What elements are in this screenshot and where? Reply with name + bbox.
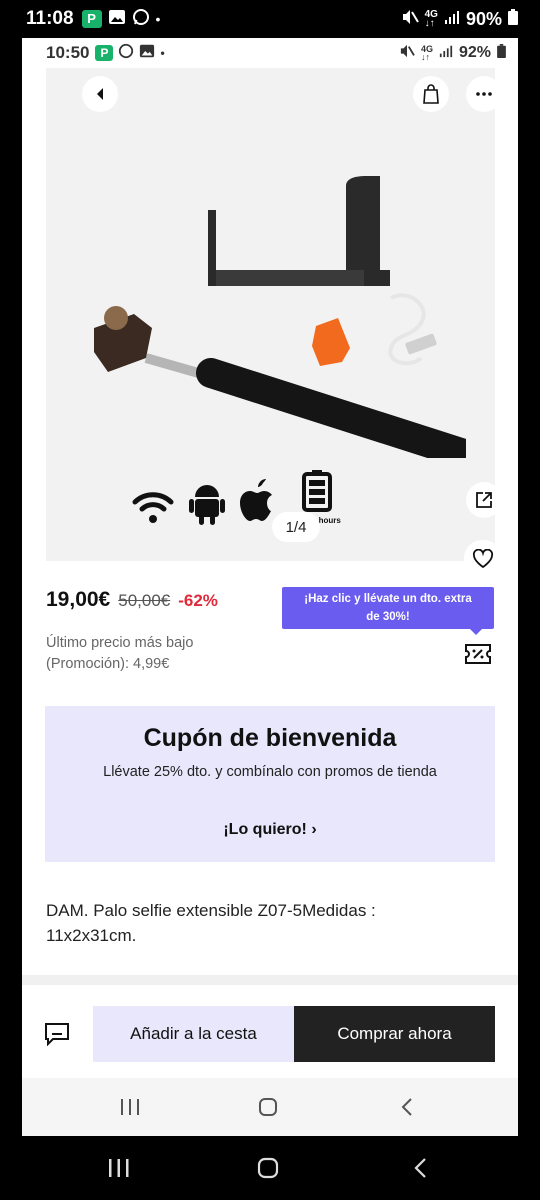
tooltip-line-2: de 30%!	[366, 611, 410, 623]
price-row: 19,00€ 50,00€ -62%	[46, 588, 218, 612]
lowest-price-line-1: Último precio más bajo	[46, 635, 194, 651]
gallery-notification-icon	[108, 8, 126, 31]
battery-full-icon	[301, 470, 332, 512]
back-button[interactable]	[82, 76, 118, 112]
network-4g-icon: 4G ↓↑	[420, 44, 433, 62]
back-nav-icon[interactable]	[412, 1157, 428, 1179]
app-notification-icon: P	[81, 10, 102, 28]
outer-battery-text: 90%	[465, 8, 502, 29]
recent-apps-icon[interactable]	[108, 1158, 130, 1178]
home-icon[interactable]	[258, 1097, 278, 1117]
lowest-price-info: Último precio más bajo (Promoción): 4,99…	[46, 633, 193, 675]
coupon-title: Cupón de bienvenida	[143, 724, 397, 752]
more-options-button[interactable]	[466, 76, 502, 112]
coupon-claim-button[interactable]: ¡Lo quiero! ›	[45, 821, 495, 839]
dot-icon: •	[160, 46, 165, 60]
dot-icon: •	[155, 11, 161, 27]
inner-battery-text: 92%	[458, 44, 491, 61]
image-counter: 1/4	[272, 512, 320, 542]
cart-button[interactable]	[413, 76, 449, 112]
back-nav-icon[interactable]	[400, 1097, 414, 1117]
battery-icon	[508, 8, 518, 30]
tooltip-line-1: ¡Haz clic y llévate un dto. extra	[304, 593, 472, 605]
battery-icon	[497, 43, 506, 63]
signal-icon	[439, 44, 453, 63]
wifi-icon	[132, 492, 174, 523]
more-dots-icon	[476, 92, 492, 96]
heart-icon	[472, 549, 494, 569]
whatsapp-notification-icon	[118, 43, 134, 64]
mute-icon	[399, 44, 415, 63]
product-image	[94, 176, 466, 458]
current-price: 19,00€	[46, 588, 111, 611]
coupon-ticket-icon	[465, 644, 491, 664]
outer-status-bar: 11:08 P • 4G ↓↑ 90%	[0, 0, 540, 38]
product-description: DAM. Palo selfie extensible Z07-5Medidas…	[46, 901, 376, 945]
chat-button[interactable]	[44, 1022, 70, 1051]
coupon-button[interactable]	[464, 642, 492, 671]
welcome-coupon-card[interactable]: Cupón de bienvenida Llévate 25% dto. y c…	[45, 706, 495, 862]
discount-percent: -62%	[178, 591, 218, 610]
share-external-icon	[476, 492, 492, 508]
add-to-cart-button[interactable]: Añadir a la cesta	[93, 1006, 294, 1062]
android-icon	[189, 485, 225, 525]
back-arrow-icon	[97, 88, 103, 100]
network-4g-icon: 4G ↓↑	[424, 9, 438, 29]
app-screen: 10:50 P • 4G ↓↑ 92% 100 hours 1/4 19,00€…	[22, 38, 518, 1136]
recent-apps-icon[interactable]	[120, 1098, 140, 1116]
apple-icon	[240, 479, 272, 521]
inner-clock: 10:50	[46, 43, 90, 62]
app-notification-icon: P	[95, 45, 114, 61]
signal-icon	[444, 9, 460, 30]
product-gallery[interactable]: 100 hours 1/4	[46, 68, 502, 578]
inner-status-bar: 10:50 P • 4G ↓↑ 92%	[22, 38, 518, 68]
wishlist-button[interactable]	[464, 540, 502, 578]
gallery-notification-icon	[139, 43, 155, 64]
bottom-action-bar: Añadir a la cesta Comprar ahora	[22, 986, 518, 1078]
lowest-price-line-2: (Promoción): 4,99€	[46, 656, 170, 672]
mute-icon	[401, 9, 419, 30]
whatsapp-notification-icon	[132, 8, 150, 31]
extra-discount-tooltip[interactable]: ¡Haz clic y llévate un dto. extra de 30%…	[282, 587, 494, 635]
original-price: 50,00€	[118, 591, 171, 610]
section-divider	[22, 975, 518, 985]
chat-icon	[45, 1023, 69, 1047]
buy-now-button[interactable]: Comprar ahora	[294, 1006, 495, 1062]
coupon-subtitle: Llévate 25% dto. y combínalo con promos …	[103, 764, 437, 780]
outer-navigation-bar	[0, 1136, 540, 1200]
share-button[interactable]	[466, 482, 502, 518]
inner-navigation-bar	[22, 1078, 518, 1136]
home-icon[interactable]	[257, 1157, 279, 1179]
shopping-bag-icon	[423, 84, 439, 104]
outer-clock: 11:08	[26, 8, 74, 29]
